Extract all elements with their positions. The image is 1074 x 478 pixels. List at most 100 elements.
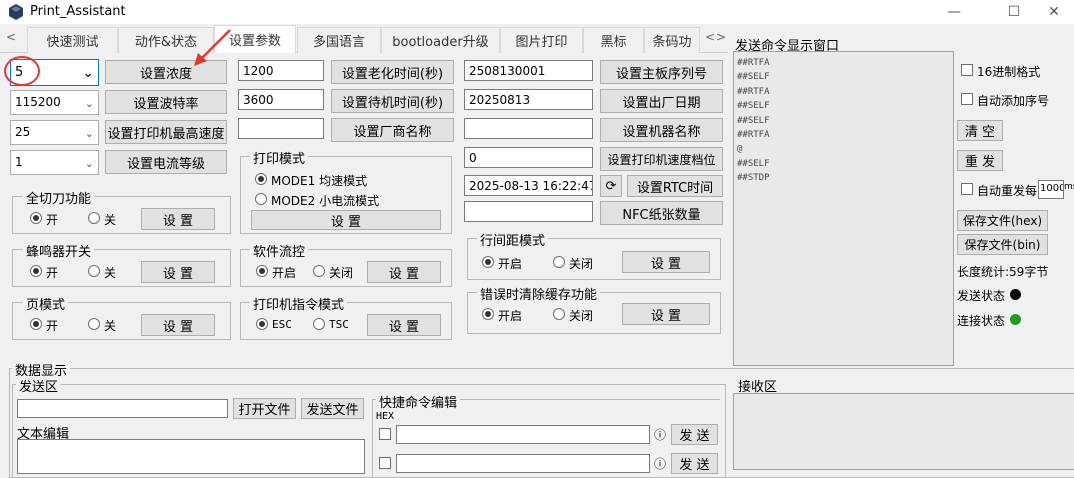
set-max-speed-button[interactable]: 设置打印机最高速度 [105,120,227,144]
save-bin-button[interactable]: 保存文件(bin) [957,234,1048,255]
set-serial-button[interactable]: 设置主板序列号 [600,60,723,84]
aging-time-input[interactable]: 1200 [238,60,324,81]
text-edit-area[interactable] [17,439,365,474]
quick-cmd-input[interactable] [396,425,650,444]
refresh-icon[interactable]: ⟳ [600,175,622,197]
buzzer-set-button[interactable]: 设 置 [141,261,215,283]
esc-radio[interactable] [256,318,268,330]
auto-resend-unit: ms [1064,182,1074,192]
tab-quick-test[interactable]: 快速测试 [27,27,118,53]
auto-resend-interval-input[interactable]: 1000 [1038,180,1064,199]
line-spacing-set-button[interactable]: 设 置 [622,251,710,273]
tab-languages[interactable]: 多国语言 [297,27,381,53]
send-file-path-input[interactable] [17,399,228,418]
mode1-radio[interactable] [255,173,267,185]
line-spacing-off-radio[interactable] [553,256,565,268]
flow-on-radio[interactable] [256,265,268,277]
mode1-label: MODE1 均速模式 [271,174,368,188]
conn-status-label: 连接状态 [957,314,1006,328]
auto-resend-label: 自动重发每 [977,184,1038,198]
print-mode-set-button[interactable]: 设 置 [251,210,441,230]
log-line: ##RTFA [737,130,770,141]
machine-name-input[interactable] [464,118,593,139]
minimize-button[interactable]: — [934,0,974,24]
send-file-button[interactable]: 发送文件 [301,398,364,419]
info-icon[interactable]: ⓘ [654,455,666,472]
nfc-paper-count-button[interactable]: NFC纸张数量 [600,201,723,225]
rtc-time-input[interactable]: 2025-08-13 16:22:47 [464,175,593,196]
speed-select[interactable]: 25 ⌄ [10,120,99,145]
serial-number-input[interactable]: 2508130001 [464,60,593,81]
quick-cmd-send-button[interactable]: 发 送 [671,453,718,474]
current-select[interactable]: 1 ⌄ [10,150,99,175]
maximize-button[interactable]: ☐ [994,0,1034,24]
info-icon[interactable]: ⓘ [654,426,666,443]
quick-cmd-input[interactable] [396,454,650,473]
receive-area[interactable] [733,393,1074,470]
line-spacing-on-radio[interactable] [482,256,494,268]
log-line: ##STDP [737,173,770,184]
cutter-off-radio[interactable] [88,212,100,224]
tab-scroll-right-icon[interactable]: > [716,30,726,44]
standby-time-input[interactable]: 3600 [238,89,324,110]
clear-cache-group-label: 错误时清除缓存功能 [477,284,601,303]
tab-image-print[interactable]: 图片打印 [500,27,583,53]
tab-scroll-left-icon-2[interactable]: < [705,30,715,44]
set-baud-button[interactable]: 设置波特率 [105,90,227,114]
quick-cmd-send-button[interactable]: 发 送 [671,424,718,445]
flow-set-button[interactable]: 设 置 [367,261,441,283]
print-mode-group-label: 打印模式 [250,148,309,167]
close-button[interactable]: ✕ [1034,0,1074,24]
cutter-off-label: 关 [104,213,117,227]
set-speed-level-button[interactable]: 设置打印机速度档位 [600,147,723,171]
clear-button[interactable]: 清 空 [957,120,1003,141]
resend-button[interactable]: 重 发 [957,150,1003,171]
tab-blackmark[interactable]: 黑标 [583,27,644,53]
cutter-set-button[interactable]: 设 置 [141,208,215,230]
buzzer-on-radio[interactable] [30,265,42,277]
flow-off-radio[interactable] [313,265,325,277]
set-machine-name-button[interactable]: 设置机器名称 [600,118,723,142]
log-line: ##RTFA [737,86,770,97]
quick-cmd-hex-checkbox[interactable] [379,428,391,440]
auto-seq-checkbox[interactable] [961,93,973,105]
tsc-radio[interactable] [313,318,325,330]
set-rtc-button[interactable]: 设置RTC时间 [627,175,723,197]
vendor-name-input[interactable] [238,118,324,139]
log-window[interactable]: ##RTFA ##SELF ##RTFA ##SELF ##SELF ##RTF… [733,51,954,366]
set-aging-time-button[interactable]: 设置老化时间(秒) [331,60,454,84]
page-set-button[interactable]: 设 置 [141,314,215,336]
open-file-button[interactable]: 打开文件 [233,398,296,419]
clear-cache-set-button[interactable]: 设 置 [622,303,710,325]
set-current-button[interactable]: 设置电流等级 [105,150,227,174]
factory-date-input[interactable]: 20250813 [464,89,593,110]
page-off-radio[interactable] [88,318,100,330]
tab-bootloader[interactable]: bootloader升级 [381,27,500,53]
mode2-radio[interactable] [255,193,267,205]
clear-cache-off-radio[interactable] [553,308,565,320]
send-status-indicator-icon [1010,289,1021,300]
hex-format-checkbox[interactable] [961,64,973,76]
page-off-label: 关 [104,319,117,333]
page-on-label: 开 [46,319,59,333]
nfc-count-input[interactable] [464,201,593,222]
send-status-label: 发送状态 [957,289,1006,303]
buzzer-off-radio[interactable] [88,265,100,277]
log-line: ##SELF [737,115,770,126]
clear-cache-on-radio[interactable] [482,308,494,320]
buzzer-group-label: 蜂鸣器开关 [23,241,95,260]
page-on-radio[interactable] [30,318,42,330]
cutter-on-radio[interactable] [30,212,42,224]
set-vendor-name-button[interactable]: 设置厂商名称 [331,118,454,142]
set-standby-time-button[interactable]: 设置待机时间(秒) [331,89,454,113]
baud-select[interactable]: 115200 ⌄ [10,90,99,115]
command-mode-set-button[interactable]: 设 置 [367,314,441,336]
quick-cmd-hex-checkbox[interactable] [379,457,391,469]
save-hex-button[interactable]: 保存文件(hex) [957,210,1048,231]
title-bar [0,0,1074,24]
tab-barcode[interactable]: 条码功 [644,27,700,53]
auto-resend-checkbox[interactable] [961,183,973,195]
tab-scroll-left-icon[interactable]: < [6,30,16,44]
set-factory-date-button[interactable]: 设置出厂日期 [600,89,723,113]
speed-level-input[interactable]: 0 [464,147,593,168]
